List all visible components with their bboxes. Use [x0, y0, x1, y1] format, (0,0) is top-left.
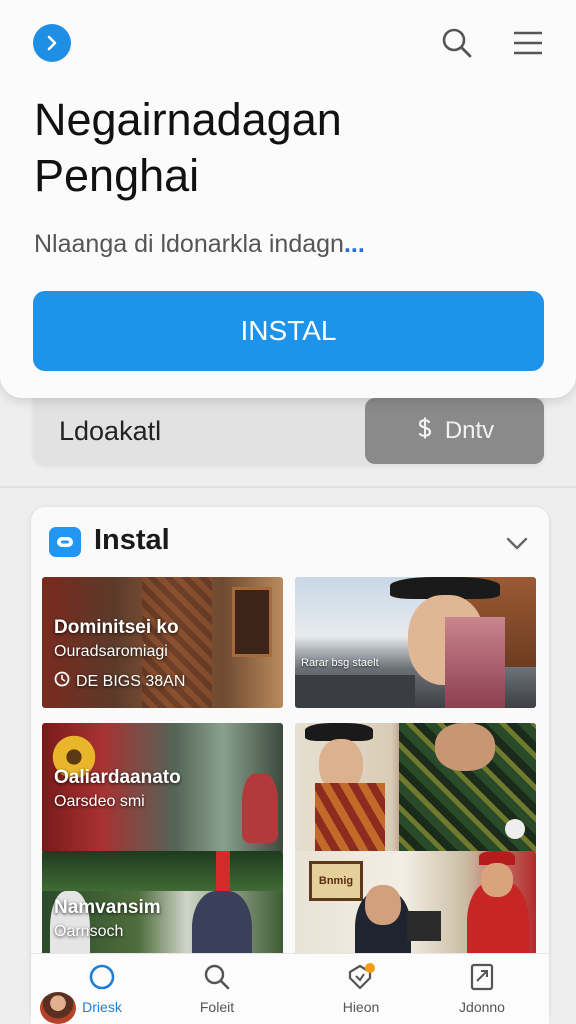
- section-card: Instal Dominitsei ko Ouradsaromiagi DE B…: [31, 507, 549, 1024]
- tag-badge-icon: [346, 962, 376, 992]
- filter-button-label: Dntv: [444, 417, 495, 444]
- subtitle: Nlaanga di ldonarkla indagn...: [34, 230, 534, 259]
- tile-title: Dominitsei ko: [54, 617, 179, 638]
- section-title: Instal: [94, 524, 170, 556]
- title-line-2: Penghai: [34, 150, 200, 201]
- nav-label: Foleit: [199, 999, 235, 1015]
- sign-board: Bnmig: [309, 861, 363, 901]
- frame-decoration: [232, 587, 272, 657]
- person-decoration: [242, 773, 278, 843]
- nav-label: Jdonno: [459, 999, 505, 1015]
- tile-caption: Rarar bsg staelt: [301, 657, 379, 669]
- tile-badge-text: DE BIGS 38AN: [76, 672, 186, 690]
- nav-label: Hieon: [342, 999, 380, 1015]
- trees-decoration: [42, 851, 283, 891]
- flag-decoration: [216, 851, 230, 891]
- filter-label[interactable]: Ldoakatl: [59, 416, 161, 447]
- tile-subtitle: Ouradsaromiagi: [54, 643, 168, 660]
- install-button[interactable]: INSTAL: [33, 291, 544, 371]
- home-circle-icon: [87, 962, 117, 992]
- tile-badge: DE BIGS 38AN: [54, 671, 185, 692]
- face-decoration: [435, 723, 495, 771]
- nav-item-search[interactable]: Foleit: [162, 962, 272, 1022]
- profile-card-icon: [467, 962, 497, 992]
- subtitle-text: Nlaanga di ldonarkla indagn: [34, 230, 344, 258]
- search-icon: [202, 962, 232, 992]
- chat-bubble-icon: [49, 527, 81, 557]
- search-icon[interactable]: [440, 26, 474, 60]
- face-decoration: [365, 885, 401, 925]
- clock-icon: [54, 671, 70, 692]
- bottom-nav: Driesk Foleit Hieon Jdonno: [31, 953, 549, 1024]
- batik-decoration: [315, 783, 385, 854]
- nav-item-tags[interactable]: Hieon: [306, 962, 416, 1022]
- subtitle-ellipsis: ...: [343, 230, 365, 258]
- car-decoration: [295, 675, 415, 708]
- sign-text: Bnmig: [318, 875, 354, 887]
- monitor-decoration: [407, 911, 441, 941]
- scarf-decoration: [445, 617, 505, 708]
- face-decoration: [481, 863, 513, 897]
- chevron-down-icon[interactable]: [503, 529, 531, 557]
- nav-item-profile[interactable]: Jdonno: [427, 962, 537, 1022]
- tile-title: Oaliardaanato: [54, 767, 181, 788]
- tile-title: Namvansim: [54, 897, 161, 918]
- media-tile[interactable]: Dominitsei ko Ouradsaromiagi DE BIGS 38A…: [42, 577, 283, 708]
- title-line-1: Negairnadagan: [34, 94, 342, 145]
- arrow-right-icon[interactable]: [33, 24, 71, 62]
- filter-button[interactable]: Dntv: [365, 398, 544, 464]
- badge-decoration: [505, 819, 525, 839]
- filter-row: Ldoakatl Dntv: [33, 398, 544, 464]
- dollar-icon: [415, 416, 435, 447]
- page-title: Negairnadagan Penghai: [34, 92, 534, 204]
- tile-caption-text: Rarar bsg staelt: [301, 657, 379, 669]
- media-tile[interactable]: Rarar bsg staelt: [295, 577, 536, 708]
- header-card: Negairnadagan Penghai Nlaanga di ldonark…: [0, 0, 576, 398]
- avatar[interactable]: [40, 992, 76, 1024]
- menu-icon[interactable]: [511, 26, 545, 60]
- media-tile[interactable]: Oaliardaanato Oarsdeo smi: [42, 723, 283, 854]
- media-tile[interactable]: [295, 723, 536, 854]
- divider: [0, 486, 576, 488]
- tile-subtitle: Oarsdeo smi: [54, 793, 145, 810]
- nav-label: Driesk: [82, 999, 122, 1015]
- tile-subtitle: Oarnsoch: [54, 923, 124, 940]
